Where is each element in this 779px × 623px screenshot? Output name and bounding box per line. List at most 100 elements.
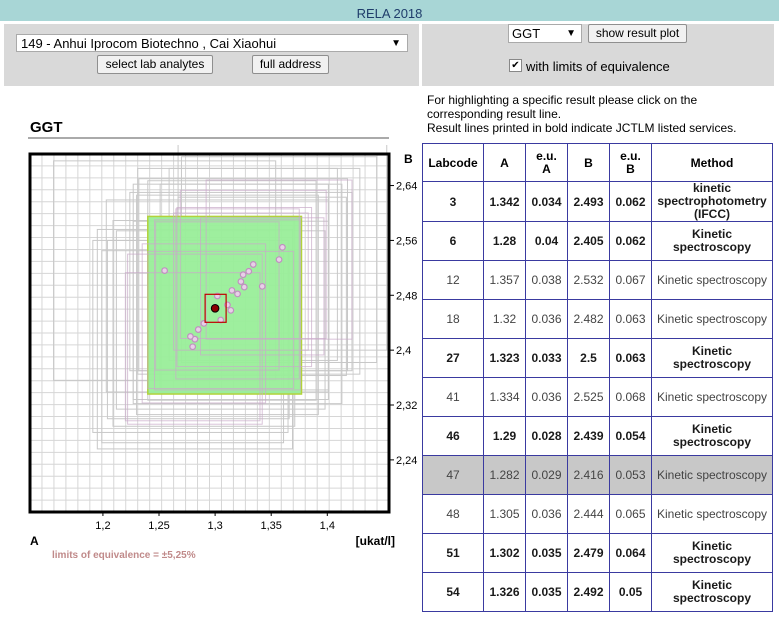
y-tick-label: 2,32 [396, 400, 417, 412]
info-text: For highlighting a specific result pleas… [427, 93, 772, 135]
cell-eu-a: 0.028 [525, 416, 568, 456]
full-address-button[interactable]: full address [252, 55, 329, 74]
app-title: RELA 2018 [356, 6, 423, 21]
x-tick-label: 1,35 [260, 520, 281, 532]
cell-method: Kinetic spectroscopy [651, 377, 773, 417]
limits-checkbox-label[interactable]: with limits of equivalence [526, 59, 670, 74]
cell-labcode: 27 [422, 338, 484, 378]
x-tick-label: 1,4 [320, 520, 335, 532]
cell-labcode: 18 [422, 299, 484, 339]
result-row[interactable]: 54 1.326 0.035 2.492 0.05 Kinetic spectroscop… [422, 572, 773, 612]
cell-eu-b: 0.064 [609, 533, 652, 573]
cell-method: Kinetic spectroscopy [651, 572, 773, 612]
cell-method: Kinetic spectroscopy [651, 533, 773, 573]
table-header-row: Labcode A e.u. A B e.u. B Method [422, 143, 773, 182]
header-method: Method [651, 143, 773, 182]
select-lab-analytes-button[interactable]: select lab analytes [97, 55, 213, 74]
result-row[interactable]: 18 1.32 0.036 2.482 0.063 Kinetic spectroscop… [422, 299, 773, 339]
data-point [187, 333, 194, 340]
cell-b: 2.492 [567, 572, 610, 612]
cell-eu-a: 0.04 [525, 221, 568, 261]
x-tick-label: 1,3 [207, 520, 222, 532]
result-row[interactable]: 3 1.342 0.034 2.493 0.062 kinetic spectrophot… [422, 181, 773, 222]
data-point [228, 287, 236, 294]
cell-eu-a: 0.036 [525, 299, 568, 339]
result-row[interactable]: 27 1.323 0.033 2.5 0.063 Kinetic spectroscopy [422, 338, 773, 378]
cell-method: Kinetic spectroscopy [651, 494, 773, 534]
data-point [239, 271, 247, 279]
x-axis-label: A [30, 534, 39, 548]
result-row[interactable]: 41 1.334 0.036 2.525 0.068 Kinetic spectrosco… [422, 377, 773, 417]
cell-b: 2.525 [567, 377, 610, 417]
cell-a: 1.323 [483, 338, 526, 378]
show-result-plot-button[interactable]: show result plot [588, 24, 687, 43]
y-tick-label: 2,48 [396, 290, 417, 302]
result-row[interactable]: 12 1.357 0.038 2.532 0.067 Kinetic spectrosco… [422, 260, 773, 300]
youden-plot[interactable]: 1,2 1,25 1,3 1,35 1,4 2,24 2,32 2,4 2,48 2,56 2,64… [0, 145, 420, 550]
result-row[interactable]: 46 1.29 0.028 2.439 0.054 Kinetic spectroscop… [422, 416, 773, 456]
cell-b: 2.482 [567, 299, 610, 339]
title-bar: RELA 2018 [0, 0, 779, 21]
data-point [234, 290, 241, 298]
cell-eu-a: 0.036 [525, 494, 568, 534]
lab-toolbar: 149 - Anhui Iprocom Biotechno , Cai Xiao… [4, 24, 419, 86]
dropdown-arrow-icon: ▼ [566, 28, 576, 39]
header-b: B [567, 143, 610, 182]
cell-eu-b: 0.068 [609, 377, 652, 417]
data-point [237, 278, 245, 285]
info-bold-text: Result lines printed in bold indicate JC… [427, 121, 737, 135]
cell-eu-b: 0.065 [609, 494, 652, 534]
lab-select[interactable]: 149 - Anhui Iprocom Biotechno , Cai Xiao… [16, 34, 408, 52]
cell-eu-a: 0.035 [525, 533, 568, 573]
y-tick-label: 2,4 [396, 345, 411, 357]
data-point [194, 326, 202, 333]
cell-b: 2.416 [567, 455, 610, 495]
cell-method: Kinetic spectroscopy [651, 455, 773, 495]
result-row[interactable]: 51 1.302 0.035 2.479 0.064 Kinetic spectrosco… [422, 533, 773, 573]
cell-eu-b: 0.063 [609, 338, 652, 378]
cell-a: 1.357 [483, 260, 526, 300]
cell-method: kinetic spectrophotometry (IFCC) [651, 181, 773, 222]
header-eu-b: e.u. B [609, 143, 652, 182]
data-point [249, 261, 257, 268]
cell-eu-a: 0.035 [525, 572, 568, 612]
cell-eu-b: 0.062 [609, 181, 652, 222]
cell-labcode: 47 [422, 455, 484, 495]
data-point [189, 343, 197, 351]
selected-data-point [210, 304, 220, 313]
cell-labcode: 12 [422, 260, 484, 300]
header-eu-a: e.u. A [525, 143, 568, 182]
cell-eu-b: 0.067 [609, 260, 652, 300]
cell-method: Kinetic spectroscopy [651, 416, 773, 456]
cell-eu-a: 0.036 [525, 377, 568, 417]
y-axis-label: B [404, 152, 413, 166]
lab-select-value: 149 - Anhui Iprocom Biotechno , Cai Xiao… [21, 36, 277, 51]
cell-b: 2.405 [567, 221, 610, 261]
data-point [224, 301, 231, 309]
cell-method: Kinetic spectroscopy [651, 299, 773, 339]
cell-labcode: 48 [422, 494, 484, 534]
result-row[interactable]: 48 1.305 0.036 2.444 0.065 Kinetic spectrosco… [422, 494, 773, 534]
analyte-select[interactable]: GGT ▼ [508, 24, 582, 43]
result-row[interactable]: 6 1.28 0.04 2.405 0.062 Kinetic spectroscopy [422, 221, 773, 261]
cell-a: 1.282 [483, 455, 526, 495]
data-point [227, 306, 235, 314]
cell-b: 2.5 [567, 338, 610, 378]
limits-checkbox[interactable]: ✔ [509, 59, 522, 72]
cell-labcode: 51 [422, 533, 484, 573]
cell-b: 2.493 [567, 181, 610, 222]
cell-a: 1.305 [483, 494, 526, 534]
cell-eu-b: 0.062 [609, 221, 652, 261]
cell-labcode: 3 [422, 181, 484, 222]
info-highlight-text: For highlighting a specific result pleas… [427, 93, 698, 121]
header-a: A [483, 143, 526, 182]
cell-a: 1.29 [483, 416, 526, 456]
cell-eu-a: 0.034 [525, 181, 568, 222]
y-tick-label: 2,56 [396, 235, 417, 247]
results-body: 3 1.342 0.034 2.493 0.062 kinetic spectrophot… [422, 181, 773, 612]
result-row[interactable]: 47 1.282 0.029 2.416 0.053 Kinetic spectrosco… [422, 455, 773, 495]
cell-b: 2.479 [567, 533, 610, 573]
data-point [258, 282, 266, 290]
cell-b: 2.439 [567, 416, 610, 456]
header-labcode: Labcode [422, 143, 484, 182]
